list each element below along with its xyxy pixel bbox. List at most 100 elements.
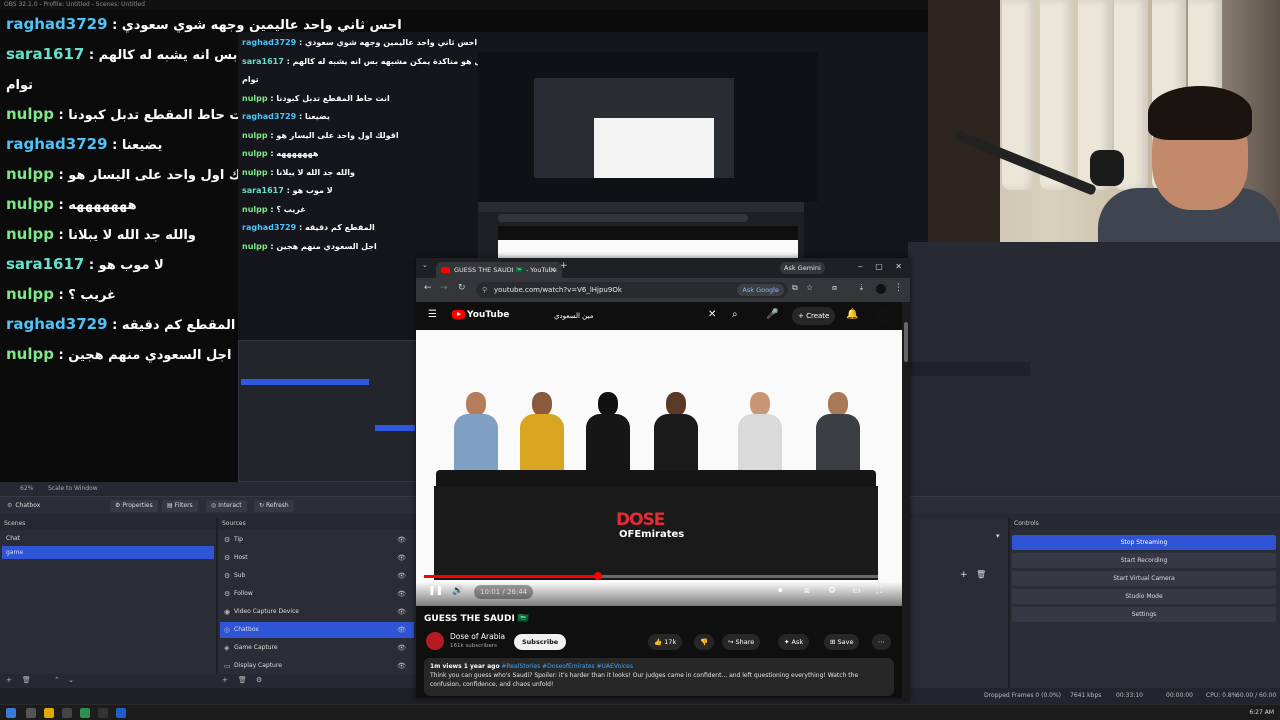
more-actions-icon[interactable]: ⋯: [872, 634, 891, 650]
settings-gear-icon[interactable]: ⚙: [828, 586, 836, 596]
filters-button[interactable]: ▤ Filters: [162, 500, 198, 512]
source-item[interactable]: ◈ Game Capture 👁: [220, 640, 414, 656]
chat-message: sara1617 : يمل هو مناكدة يمكن مشبهه بس ا…: [6, 44, 419, 74]
start-icon[interactable]: [6, 708, 16, 718]
hamburger-menu-icon[interactable]: ☰: [428, 309, 437, 320]
visibility-eye-icon[interactable]: 👁: [397, 658, 406, 674]
volume-icon[interactable]: 🔊: [452, 586, 463, 596]
video-player[interactable]: DOSE OFEmirates ❚❚ 🔊 10:01 / 26:44 ⏺ ⧈ ⚙…: [416, 330, 902, 606]
ask-google-button[interactable]: Ask Google: [737, 284, 784, 296]
stop-streaming-button[interactable]: Stop Streaming: [1012, 535, 1276, 550]
move-down-icon[interactable]: ⌄: [68, 676, 74, 684]
visibility-eye-icon[interactable]: 👁: [397, 532, 406, 548]
miniplayer-icon[interactable]: ▭: [852, 586, 861, 596]
subscribe-button[interactable]: Subscribe: [514, 634, 567, 650]
search-taskbar-icon[interactable]: [26, 708, 36, 718]
obs-taskbar-icon[interactable]: [98, 708, 108, 718]
channel-name[interactable]: Dose of Arabia: [450, 632, 505, 641]
create-button[interactable]: + Create: [792, 307, 836, 325]
chrome-taskbar-icon[interactable]: [80, 708, 90, 718]
youtube-logo[interactable]: YouTube: [452, 310, 509, 320]
share-button[interactable]: ↪ Share: [722, 634, 761, 650]
source-item[interactable]: ⚙ Host 👁: [220, 550, 414, 566]
settings-button[interactable]: Settings: [1012, 607, 1276, 622]
remove-source-icon[interactable]: 🗑: [238, 676, 247, 684]
new-tab-icon[interactable]: +: [560, 261, 568, 271]
start-virtual-camera-button[interactable]: Start Virtual Camera: [1012, 571, 1276, 586]
video-description[interactable]: 1m views 1 year ago #RealStories #Doseof…: [424, 658, 894, 696]
menu-icon[interactable]: ⋮: [894, 283, 903, 293]
preview-zoom[interactable]: 62%: [20, 482, 33, 496]
dislike-button[interactable]: 👎: [694, 634, 715, 650]
forward-icon[interactable]: →: [440, 283, 448, 293]
remove-scene-icon[interactable]: 🗑: [22, 676, 31, 684]
visibility-eye-icon[interactable]: 👁: [397, 622, 406, 638]
scenes-header: Scenes: [0, 518, 216, 530]
app2-taskbar-icon[interactable]: [116, 708, 126, 718]
page-scrollbar[interactable]: [902, 302, 910, 698]
video-progress-bar[interactable]: [424, 572, 894, 580]
like-button[interactable]: 👍 17k: [648, 634, 683, 650]
url-input[interactable]: ⚲ youtube.com/watch?v=V6_lHjpu9Ok Ask Go…: [476, 282, 788, 298]
source-item[interactable]: ⚙ Follow 👁: [220, 586, 414, 602]
search-icon[interactable]: ⌕: [732, 309, 738, 320]
add-scene-icon[interactable]: +: [6, 676, 12, 684]
chat-message: nulpp : والله جد الله لا يبلانا: [6, 225, 196, 243]
source-item[interactable]: ◎ Chatbox 👁: [220, 622, 414, 638]
refresh-button[interactable]: ↻ Refresh: [254, 500, 294, 512]
properties-button[interactable]: ⚙ Properties: [110, 500, 158, 512]
profile-avatar[interactable]: [876, 284, 886, 294]
source-item[interactable]: ◉ Video Capture Device 👁: [220, 604, 414, 620]
source-item[interactable]: ⚙ Sub 👁: [220, 568, 414, 584]
source-item[interactable]: ▭ Display Capture 👁: [220, 658, 414, 674]
visibility-eye-icon[interactable]: 👁: [397, 550, 406, 566]
subtitles-icon[interactable]: ⧈: [804, 586, 810, 596]
clear-search-icon[interactable]: ✕: [708, 309, 716, 320]
scene-item-chat[interactable]: Chat: [2, 532, 214, 545]
window-controls[interactable]: ‒ ▢ ✕: [858, 262, 902, 271]
source-item[interactable]: ⚙ Tip 👁: [220, 532, 414, 548]
start-recording-button[interactable]: Start Recording: [1012, 553, 1276, 568]
bookmark-star-icon[interactable]: ☆: [806, 283, 813, 292]
back-icon[interactable]: ←: [424, 283, 432, 293]
file-explorer-icon[interactable]: [44, 708, 54, 718]
search-input[interactable]: مين السعودي: [544, 307, 720, 325]
tab-close-icon[interactable]: ✕: [550, 262, 556, 278]
app-icon[interactable]: [62, 708, 72, 718]
source-settings-icon[interactable]: ⚙: [256, 676, 262, 684]
extensions-icon[interactable]: ⧈: [832, 283, 837, 293]
downloads-icon[interactable]: ⇣: [858, 283, 865, 292]
scene-item-game[interactable]: game: [2, 546, 214, 559]
tab-search-icon[interactable]: ⌄: [422, 261, 428, 269]
save-button[interactable]: ⊞ Save: [824, 634, 860, 650]
reload-icon[interactable]: ↻: [458, 283, 466, 293]
visibility-eye-icon[interactable]: 👁: [397, 568, 406, 584]
move-up-icon[interactable]: ⌃: [54, 676, 60, 684]
taskbar-clock[interactable]: 6:27 AM: [1249, 705, 1274, 720]
autoplay-icon[interactable]: ⏺: [778, 586, 783, 596]
install-icon[interactable]: ⧉: [792, 283, 798, 293]
chrome-window[interactable]: ⌄ GUESS THE SAUDI 🇸🇦 - YouTube ✕ + Ask G…: [416, 258, 910, 698]
browser-tab[interactable]: GUESS THE SAUDI 🇸🇦 - YouTube ✕: [436, 262, 562, 278]
notifications-icon[interactable]: 🔔: [846, 309, 858, 320]
interact-button[interactable]: ◎ Interact: [206, 500, 247, 512]
add-transition-icon[interactable]: +: [960, 570, 968, 580]
channel-avatar[interactable]: [426, 632, 444, 650]
pause-icon[interactable]: ❚❚: [428, 586, 443, 596]
site-info-icon[interactable]: ⚲: [482, 282, 487, 298]
visibility-eye-icon[interactable]: 👁: [397, 586, 406, 602]
youtube-avatar[interactable]: [874, 309, 888, 323]
visibility-eye-icon[interactable]: 👁: [397, 640, 406, 656]
progress-knob[interactable]: [593, 572, 602, 580]
ask-gemini-button[interactable]: Ask Gemini: [780, 262, 825, 274]
voice-search-icon[interactable]: 🎤: [766, 309, 778, 320]
visibility-eye-icon[interactable]: 👁: [397, 604, 406, 620]
ask-button[interactable]: ✦ Ask: [778, 634, 810, 650]
scale-mode[interactable]: Scale to Window: [48, 482, 98, 496]
mixer-dropdown-icon[interactable]: ▾: [996, 532, 1000, 540]
studio-mode-button[interactable]: Studio Mode: [1012, 589, 1276, 604]
remove-transition-icon[interactable]: 🗑: [976, 570, 986, 579]
add-source-icon[interactable]: +: [222, 676, 228, 684]
fullscreen-icon[interactable]: ⛶: [876, 586, 882, 596]
source-label: Sub: [234, 572, 246, 579]
